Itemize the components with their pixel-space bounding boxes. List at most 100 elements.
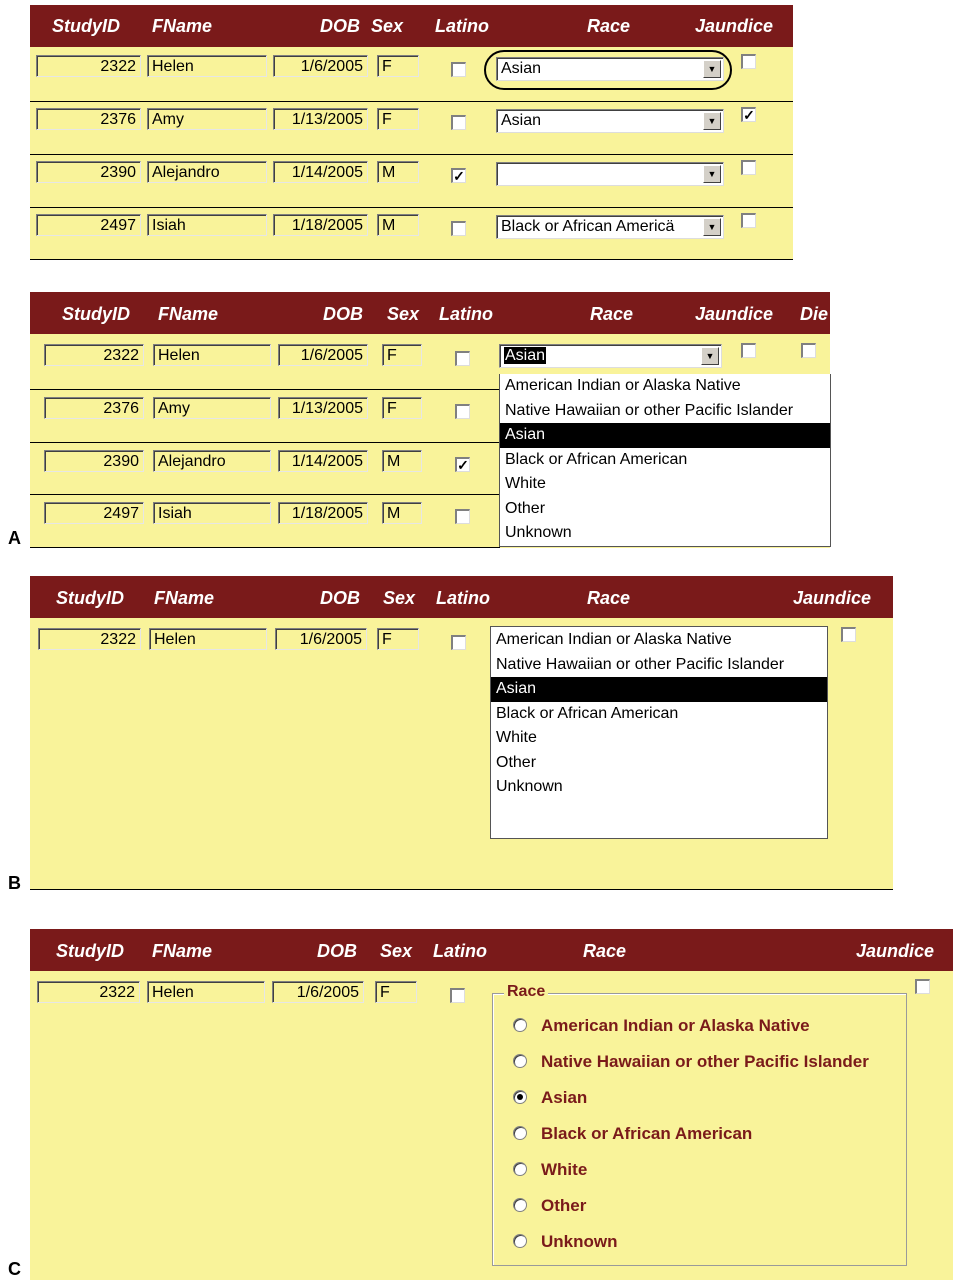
radio-button-icon[interactable] [513,1233,527,1248]
sex-field[interactable]: F [382,344,422,366]
radio-button-icon[interactable] [513,1125,527,1140]
die-checkbox[interactable] [801,343,816,358]
studyid-field[interactable]: 2322 [38,628,141,650]
radio-button-selected-icon[interactable] [513,1089,527,1104]
race-option[interactable]: Native Hawaiian or other Pacific Islande… [491,653,827,678]
header-dob: DOB [317,941,357,961]
header-sex: Sex [371,16,404,36]
sex-field[interactable]: F [382,397,422,419]
race-combobox[interactable]: Black or African Americä ▼ [496,215,724,239]
dob-field[interactable]: 1/18/2005 [278,502,368,524]
fname-field[interactable]: Helen [147,981,265,1003]
studyid-field[interactable]: 2497 [44,502,144,524]
radio-button-icon[interactable] [513,1017,527,1032]
latino-checkbox[interactable] [450,988,465,1003]
studyid-field[interactable]: 2390 [36,161,141,183]
dropdown-arrow-icon[interactable]: ▼ [703,218,721,236]
jaundice-checkbox[interactable] [741,54,756,69]
race-option[interactable]: Black or African American [491,702,827,727]
latino-checkbox[interactable]: ✓ [455,457,470,472]
latino-checkbox[interactable]: ✓ [451,168,466,183]
dob-field[interactable]: 1/6/2005 [278,344,368,366]
race-combobox[interactable]: Asian ▼ [496,109,724,133]
race-option[interactable]: Other [491,751,827,776]
dob-field[interactable]: 1/14/2005 [278,450,368,472]
jaundice-checkbox[interactable] [915,979,930,994]
fname-field[interactable]: Helen [147,55,267,77]
race-option[interactable]: Unknown [491,775,827,800]
latino-checkbox[interactable] [455,351,470,366]
sex-field[interactable]: M [382,502,422,524]
race-option-selected[interactable]: Asian [500,423,830,448]
sex-field[interactable]: F [377,55,419,77]
header-studyid: StudyID [62,304,131,324]
race-radio-option-selected[interactable]: Asian [513,1088,587,1112]
race-option[interactable]: American Indian or Alaska Native [500,374,830,399]
race-radio-option[interactable]: Black or African American [513,1124,752,1148]
latino-checkbox[interactable] [455,509,470,524]
fname-field[interactable]: Amy [153,397,271,419]
race-option[interactable]: White [500,472,830,497]
race-listbox[interactable]: American Indian or Alaska Native Native … [490,626,828,839]
dropdown-arrow-icon[interactable]: ▼ [701,347,719,365]
studyid-field[interactable]: 2322 [36,55,141,77]
sex-field[interactable]: F [375,981,417,1003]
sex-field[interactable]: M [382,450,422,472]
race-option-selected[interactable]: Asian [491,677,827,702]
sex-field[interactable]: M [377,214,419,236]
fname-field[interactable]: Isiah [147,214,267,236]
latino-checkbox[interactable] [451,221,466,236]
race-radio-option[interactable]: Unknown [513,1232,618,1256]
race-option[interactable]: Native Hawaiian or other Pacific Islande… [500,399,830,424]
sex-field[interactable]: F [377,628,419,650]
fname-field[interactable]: Isiah [153,502,271,524]
latino-checkbox[interactable] [451,62,466,77]
radio-button-icon[interactable] [513,1161,527,1176]
jaundice-checkbox[interactable] [841,627,856,642]
race-radio-option[interactable]: Other [513,1196,586,1220]
studyid-field[interactable]: 2497 [36,214,141,236]
row-divider [30,259,793,260]
latino-checkbox[interactable] [455,404,470,419]
studyid-field[interactable]: 2376 [44,397,144,419]
race-option[interactable]: Other [500,497,830,522]
race-option[interactable]: Unknown [500,521,830,546]
race-option[interactable]: White [491,726,827,751]
dob-field[interactable]: 1/18/2005 [273,214,368,236]
race-radio-option[interactable]: American Indian or Alaska Native [513,1016,810,1040]
race-combobox[interactable]: Asian ▼ [499,344,722,368]
race-combobox[interactable]: ▼ [496,162,724,186]
latino-checkbox[interactable] [451,635,466,650]
studyid-field[interactable]: 2322 [37,981,140,1003]
race-option[interactable]: Black or African American [500,448,830,473]
dob-field[interactable]: 1/6/2005 [273,55,368,77]
race-radio-option[interactable]: White [513,1160,587,1184]
latino-checkbox[interactable] [451,115,466,130]
dob-field[interactable]: 1/6/2005 [272,981,364,1003]
studyid-field[interactable]: 2322 [44,344,144,366]
jaundice-checkbox[interactable] [741,343,756,358]
studyid-field[interactable]: 2376 [36,108,141,130]
radio-button-icon[interactable] [513,1053,527,1068]
dob-field[interactable]: 1/13/2005 [273,108,368,130]
dropdown-arrow-icon[interactable]: ▼ [703,112,721,130]
jaundice-checkbox[interactable]: ✓ [741,107,756,122]
dob-field[interactable]: 1/14/2005 [273,161,368,183]
dob-field[interactable]: 1/6/2005 [275,628,367,650]
jaundice-checkbox[interactable] [741,213,756,228]
jaundice-checkbox[interactable] [741,160,756,175]
dropdown-arrow-icon[interactable]: ▼ [703,165,721,183]
race-option[interactable]: American Indian or Alaska Native [491,628,827,653]
race-dropdown-list[interactable]: American Indian or Alaska Native Native … [499,374,831,547]
fname-field[interactable]: Alejandro [147,161,267,183]
studyid-field[interactable]: 2390 [44,450,144,472]
sex-field[interactable]: M [377,161,419,183]
fname-field[interactable]: Amy [147,108,267,130]
dob-field[interactable]: 1/13/2005 [278,397,368,419]
radio-button-icon[interactable] [513,1197,527,1212]
race-radio-option[interactable]: Native Hawaiian or other Pacific Islande… [513,1052,869,1076]
fname-field[interactable]: Helen [149,628,267,650]
fname-field[interactable]: Helen [153,344,271,366]
fname-field[interactable]: Alejandro [153,450,271,472]
sex-field[interactable]: F [377,108,419,130]
